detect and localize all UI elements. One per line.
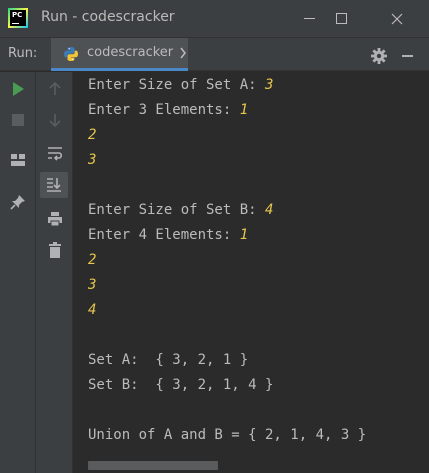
- title-bar: PC Run - codescracker: [0, 0, 429, 37]
- user-input: 3: [88, 152, 97, 168]
- pin-icon[interactable]: [9, 193, 27, 211]
- user-input: 2: [88, 127, 97, 143]
- soft-wrap-icon[interactable]: [46, 144, 64, 162]
- console-line: Enter 3 Elements: 1: [88, 100, 248, 120]
- console-text: Enter 4 Elements:: [88, 227, 240, 243]
- user-input: 2: [88, 252, 97, 268]
- close-button[interactable]: [374, 0, 420, 37]
- chevron-right-icon: [180, 47, 186, 59]
- console-text: Set A: { 3, 2, 1 }: [88, 352, 249, 368]
- console-line: 3: [88, 150, 96, 170]
- console-line: Enter 4 Elements: 1: [88, 225, 248, 245]
- run-tab-codescracker[interactable]: codescracker: [51, 38, 188, 71]
- console-line: 2: [88, 125, 96, 145]
- minimize-icon: [303, 18, 315, 19]
- window-title: Run - codescracker: [41, 9, 175, 25]
- scroll-to-end-icon: [47, 178, 61, 192]
- python-icon: [64, 47, 78, 61]
- maximize-button[interactable]: [318, 0, 364, 37]
- close-icon: [391, 13, 403, 24]
- run-label: Run:: [8, 46, 38, 61]
- console-output[interactable]: Enter Size of Set A: 3 Enter 3 Elements: …: [74, 72, 429, 473]
- user-input: 1: [239, 227, 249, 243]
- console-line: Enter Size of Set B: 4: [88, 200, 273, 220]
- run-tab-label: codescracker: [87, 45, 174, 60]
- console-line: Enter Size of Set A: 3: [88, 75, 273, 95]
- console-text: Enter 3 Elements:: [88, 102, 240, 118]
- console-line: Set A: { 3, 2, 1 }: [88, 350, 248, 370]
- maximize-icon: [335, 13, 347, 24]
- scroll-to-end-button[interactable]: [40, 172, 68, 198]
- layout-icon[interactable]: [9, 151, 27, 169]
- pycharm-logo-icon: PC: [8, 8, 28, 28]
- stop-icon[interactable]: [9, 111, 27, 129]
- scroll-up-icon[interactable]: [46, 80, 64, 98]
- console-line: 3: [88, 275, 96, 295]
- console-line: 4: [88, 300, 96, 320]
- print-icon[interactable]: [46, 210, 64, 228]
- side-toolbar: [0, 72, 73, 473]
- scroll-down-icon[interactable]: [46, 111, 64, 129]
- trash-icon[interactable]: [46, 241, 64, 259]
- console-line: Set B: { 3, 2, 1, 4 }: [88, 375, 273, 395]
- hide-panel-icon[interactable]: [402, 55, 413, 57]
- run-icon[interactable]: [9, 80, 27, 98]
- logo-text: PC: [12, 11, 23, 19]
- console-text: Enter Size of Set A:: [88, 77, 266, 93]
- console-line: 2: [88, 250, 96, 270]
- run-toolbar: Run: codescracker: [0, 37, 429, 71]
- user-input: 3: [265, 77, 274, 93]
- console-text: Enter Size of Set B:: [88, 202, 266, 218]
- console-text: Set B: { 3, 2, 1, 4 }: [88, 377, 274, 393]
- console-line: Union of A and B = { 2, 1, 4, 3 }: [88, 425, 366, 445]
- toolbar-divider: [35, 72, 36, 473]
- user-input: 4: [265, 202, 274, 218]
- user-input: 3: [88, 277, 97, 293]
- user-input: 4: [88, 302, 97, 318]
- console-text: Union of A and B = { 2, 1, 4, 3 }: [88, 427, 367, 443]
- gear-icon[interactable]: [370, 47, 388, 65]
- user-input: 1: [239, 102, 249, 118]
- horizontal-scrollbar[interactable]: [88, 461, 218, 470]
